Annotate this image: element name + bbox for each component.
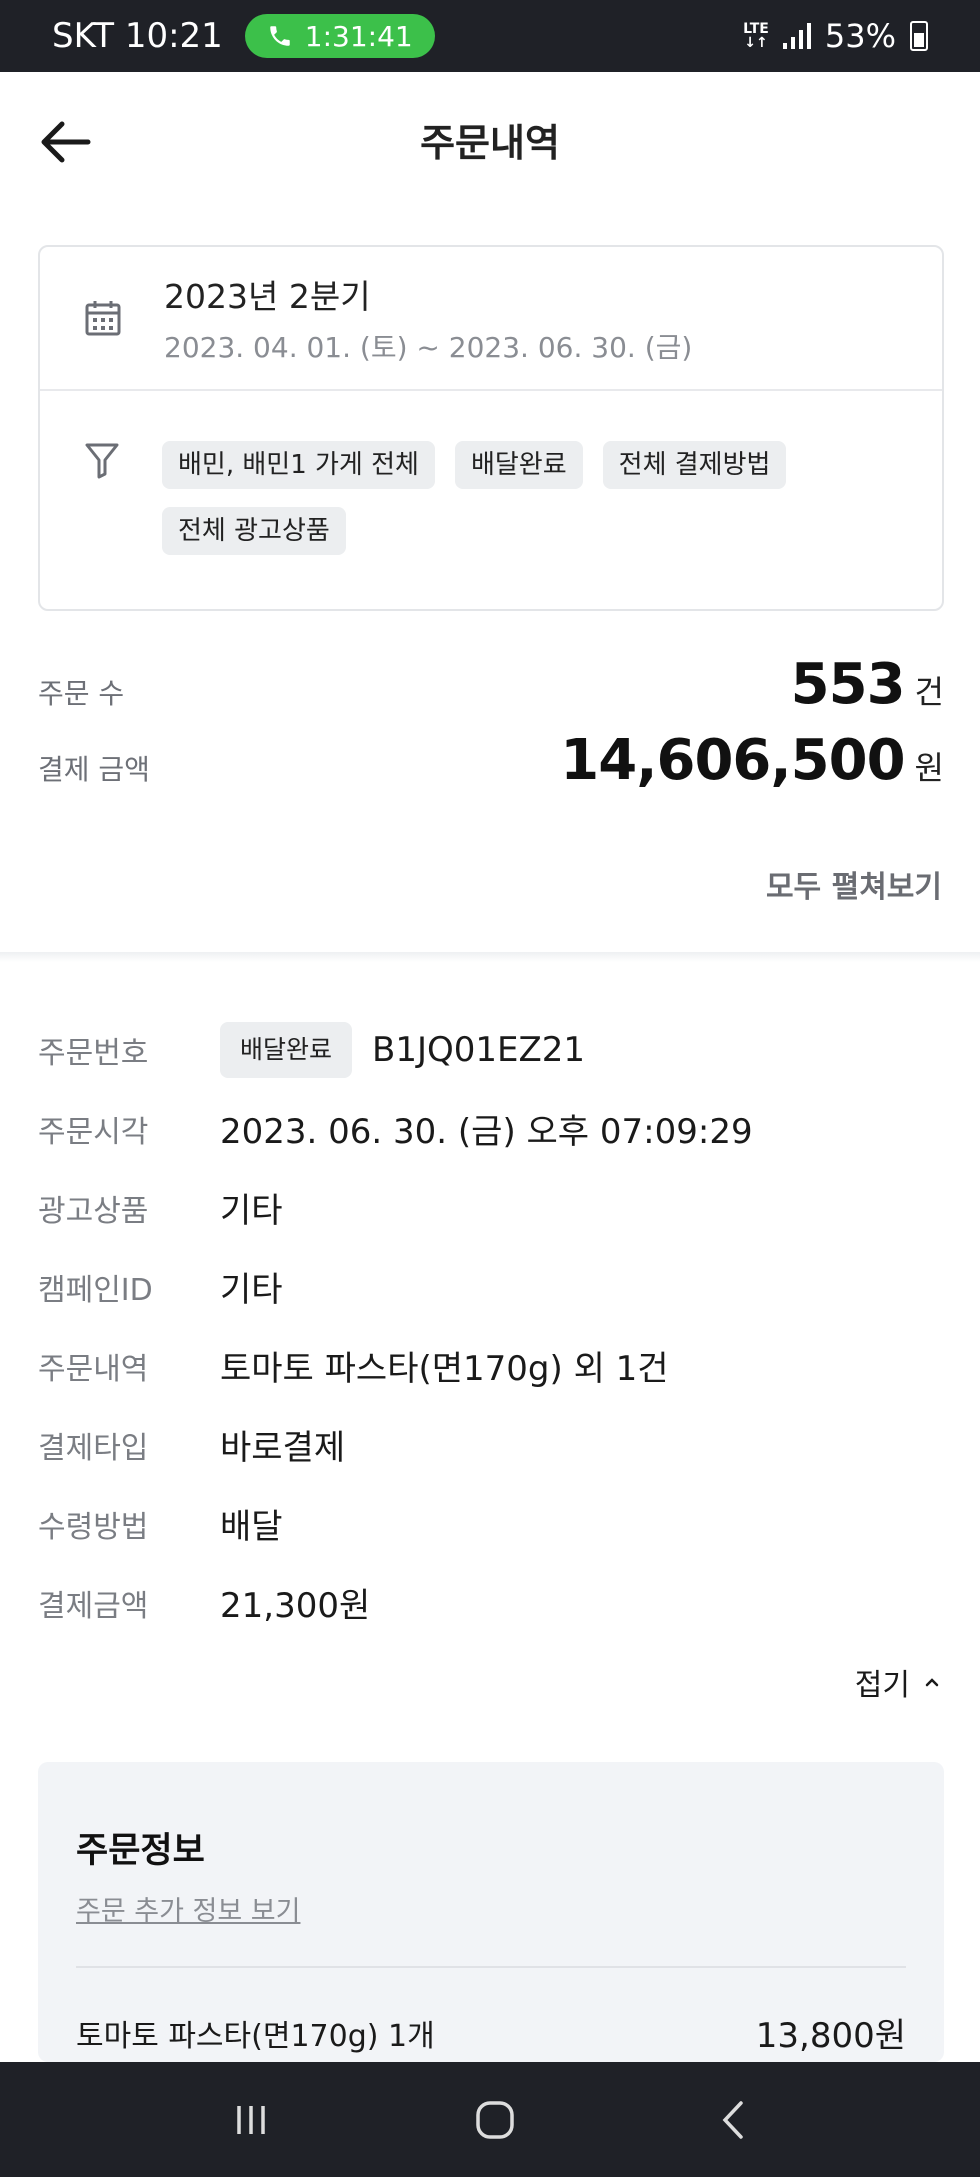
carrier-time: SKT 10:21 — [52, 16, 223, 56]
filter-chip-ad-product[interactable]: 전체 광고상품 — [162, 507, 346, 555]
amount-unit: 원 — [914, 749, 944, 787]
receive-method: 배달 — [220, 1507, 283, 1547]
order-time: 2023. 06. 30. (금) 오후 07:09:29 — [220, 1112, 753, 1152]
battery-percent: 53% — [824, 17, 896, 55]
status-icons: LTE ↓↑ 53% — [743, 17, 928, 55]
order-count-value: 553 — [790, 652, 906, 717]
home-icon[interactable] — [474, 2099, 516, 2141]
filter-chip-status[interactable]: 배달완료 — [454, 441, 583, 489]
calendar-icon — [85, 301, 121, 336]
order-number-row: 주문번호 배달완료 B1JQ01EZ21 — [38, 1010, 944, 1089]
filter-icon — [85, 443, 119, 479]
amount-label: 결제 금액 — [38, 753, 150, 786]
order-count-summary: 주문 수 553 건 — [38, 652, 944, 717]
back-nav-icon[interactable] — [719, 2099, 749, 2141]
chevron-up-icon — [925, 1678, 939, 1687]
order-items-row: 주문내역 토마토 파스타(면170g) 외 1건 — [38, 1326, 944, 1405]
expand-all-button[interactable]: 모두 펼쳐보기 — [766, 862, 942, 906]
signal-icon — [782, 23, 811, 49]
payment-amount: 21,300원 — [220, 1586, 371, 1626]
row-label: 결제금액 — [38, 1588, 149, 1624]
row-label: 결제타입 — [38, 1430, 149, 1466]
back-button[interactable] — [36, 112, 96, 172]
order-item-name: 토마토 파스타(면170g) 1개 — [76, 2018, 435, 2054]
payment-amount-row: 결제금액 21,300원 — [38, 1563, 944, 1642]
divider — [76, 1966, 906, 1968]
order-items: 토마토 파스타(면170g) 외 1건 — [220, 1349, 669, 1389]
receive-method-row: 수령방법 배달 — [38, 1484, 944, 1563]
call-indicator[interactable]: 1:31:41 — [244, 14, 435, 58]
order-number: B1JQ01EZ21 — [372, 1029, 586, 1070]
phone-icon — [270, 26, 290, 46]
campaign-id: 기타 — [220, 1270, 283, 1310]
order-item: 토마토 파스타(면170g) 1개 13,800원 — [76, 2008, 906, 2057]
row-label: 광고상품 — [38, 1193, 149, 1229]
row-label: 캠페인ID — [38, 1272, 153, 1308]
filter-selector[interactable]: 배민, 배민1 가게 전체 배달완료 전체 결제방법 전체 광고상품 — [40, 391, 942, 555]
payment-type-row: 결제타입 바로결제 — [38, 1405, 944, 1484]
amount-value: 14,606,500 — [560, 728, 905, 793]
collapse-button[interactable]: 접기 — [855, 1660, 940, 1704]
row-label: 주문시각 — [38, 1114, 149, 1150]
order-detail: 주문번호 배달완료 B1JQ01EZ21 주문시각 2023. 06. 30. … — [38, 1010, 944, 1642]
campaign-id-row: 캠페인ID 기타 — [38, 1247, 944, 1326]
order-time-row: 주문시각 2023. 06. 30. (금) 오후 07:09:29 — [38, 1089, 944, 1168]
filter-chip-store[interactable]: 배민, 배민1 가게 전체 — [162, 441, 435, 489]
section-divider — [0, 952, 980, 962]
period-selector[interactable]: 2023년 2분기 2023. 04. 01. (토) ~ 2023. 06. … — [40, 247, 942, 391]
lte-icon: LTE ↓↑ — [743, 21, 769, 51]
order-info-card: 주문정보 주문 추가 정보 보기 토마토 파스타(면170g) 1개 13,80… — [38, 1762, 944, 2062]
row-label: 주문내역 — [38, 1351, 149, 1387]
arrow-left-icon — [41, 121, 91, 163]
ad-product: 기타 — [220, 1191, 283, 1231]
filter-chip-payment[interactable]: 전체 결제방법 — [602, 441, 787, 489]
period-title: 2023년 2분기 — [164, 277, 371, 316]
period-filter-card: 2023년 2분기 2023. 04. 01. (토) ~ 2023. 06. … — [38, 245, 944, 611]
page-title: 주문내역 — [420, 121, 560, 165]
amount-summary: 결제 금액 14,606,500 원 — [38, 728, 944, 793]
filter-chips: 배민, 배민1 가게 전체 배달완료 전체 결제방법 전체 광고상품 — [162, 441, 862, 555]
period-range: 2023. 04. 01. (토) ~ 2023. 06. 30. (금) — [164, 331, 693, 364]
row-label: 수령방법 — [38, 1509, 149, 1545]
status-bar: SKT 10:21 1:31:41 LTE ↓↑ 53% — [0, 0, 980, 72]
order-count-unit: 건 — [914, 673, 944, 711]
app-bar: 주문내역 — [0, 72, 980, 207]
order-info-title: 주문정보 — [76, 1831, 205, 1871]
battery-icon — [910, 21, 928, 51]
order-count-label: 주문 수 — [38, 677, 125, 710]
order-item-price: 13,800원 — [755, 2016, 906, 2056]
row-label: 주문번호 — [38, 1035, 149, 1071]
ad-product-row: 광고상품 기타 — [38, 1168, 944, 1247]
collapse-label: 접기 — [854, 1668, 910, 1703]
call-timer: 1:31:41 — [304, 19, 413, 53]
order-more-info-link[interactable]: 주문 추가 정보 보기 — [76, 1889, 300, 1928]
recent-apps-icon[interactable] — [231, 2100, 271, 2140]
system-nav-bar — [0, 2062, 980, 2177]
payment-type: 바로결제 — [220, 1428, 346, 1468]
status-badge: 배달완료 — [220, 1021, 353, 1078]
